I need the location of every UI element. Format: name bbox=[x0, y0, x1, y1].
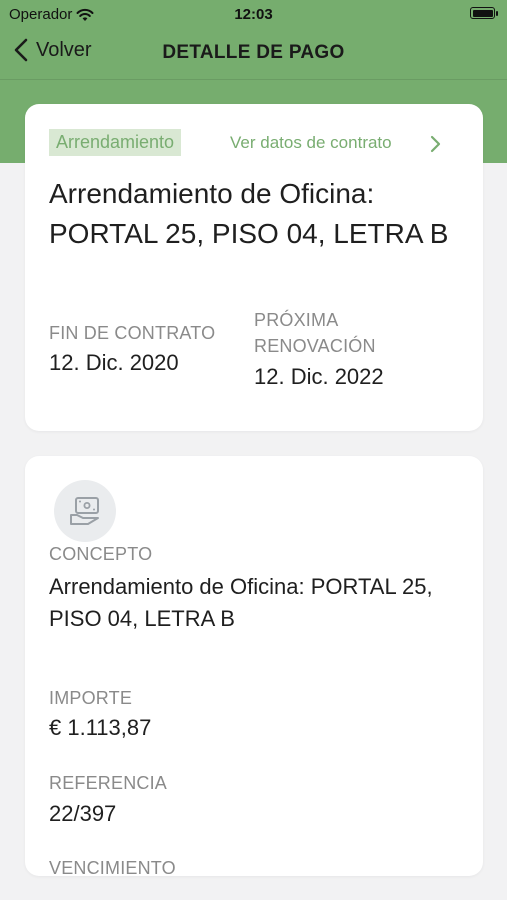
contract-card: Arrendamiento Ver datos de contrato Arre… bbox=[25, 104, 483, 431]
reference-value: 22/397 bbox=[49, 801, 117, 826]
battery-icon bbox=[470, 7, 498, 19]
concept-value: Arrendamiento de Oficina: PORTAL 25, PIS… bbox=[49, 574, 433, 631]
contract-title: Arrendamiento de Oficina: PORTAL 25, PIS… bbox=[49, 178, 449, 249]
view-contract-link[interactable]: Ver datos de contrato bbox=[230, 133, 441, 153]
renewal-date-label: PRÓXIMA RENOVACIÓN bbox=[254, 310, 376, 356]
payment-hand-icon bbox=[70, 497, 99, 525]
amount-label: IMPORTE bbox=[49, 688, 133, 708]
page-title: DETALLE DE PAGO bbox=[162, 42, 345, 63]
due-date-label: VENCIMIENTO bbox=[49, 858, 176, 876]
chevron-right-icon bbox=[430, 135, 441, 153]
payment-icon-circle bbox=[54, 480, 116, 542]
nav-divider bbox=[0, 79, 507, 80]
navigation-bar: Volver DETALLE DE PAGO bbox=[0, 30, 507, 78]
concept-label: CONCEPTO bbox=[49, 544, 153, 564]
amount-value: € 1.113,87 bbox=[49, 715, 152, 740]
renewal-date-value: 12. Dic. 2022 bbox=[254, 364, 384, 389]
reference-label: REFERENCIA bbox=[49, 773, 168, 793]
end-date-value: 12. Dic. 2020 bbox=[49, 350, 179, 375]
status-bar: Operador 12:03 bbox=[0, 0, 507, 30]
battery-level bbox=[472, 9, 493, 17]
contract-type-tag: Arrendamiento bbox=[49, 129, 182, 156]
payment-card: CONCEPTO Arrendamiento de Oficina: PORTA… bbox=[25, 456, 483, 876]
end-date-label: FIN DE CONTRATO bbox=[49, 323, 216, 343]
status-time: 12:03 bbox=[234, 6, 273, 23]
view-contract-label: Ver datos de contrato bbox=[230, 133, 392, 152]
